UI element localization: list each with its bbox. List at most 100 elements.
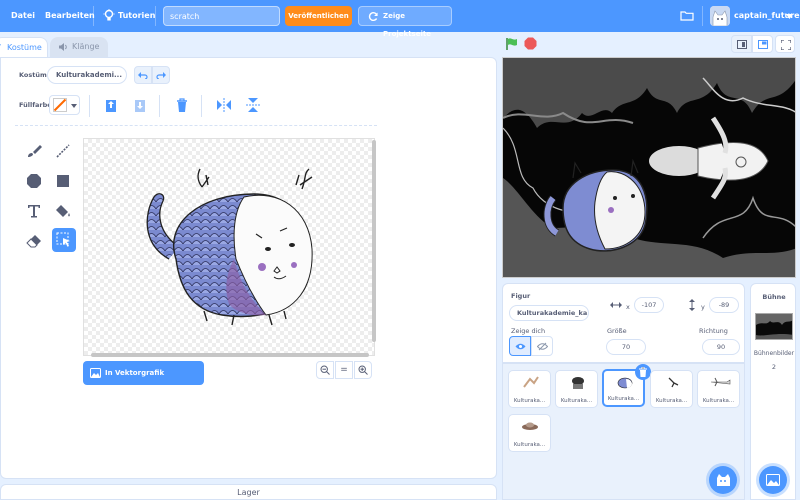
toolbar-divider bbox=[89, 95, 90, 117]
line-icon bbox=[56, 144, 70, 158]
direction-input[interactable]: 90 bbox=[702, 339, 740, 355]
show-label: Zeige dich bbox=[511, 327, 546, 335]
flip-horizontal-icon[interactable] bbox=[216, 98, 232, 112]
sprite-thumbnail[interactable]: Kulturaka... bbox=[697, 370, 740, 408]
line-tool[interactable] bbox=[52, 140, 74, 162]
stage-panel-title: Bühne bbox=[762, 293, 786, 301]
canvas-vertical-scrollbar[interactable] bbox=[372, 140, 376, 342]
sprite-name-field[interactable]: Kulturakademie_ka... bbox=[509, 305, 589, 321]
direction-label: Richtung bbox=[699, 327, 728, 335]
sprite-preview bbox=[523, 376, 539, 388]
tab-costumes[interactable]: / Kostüme bbox=[0, 37, 48, 57]
sprite-preview bbox=[617, 377, 633, 389]
stop-icon[interactable] bbox=[524, 37, 537, 50]
zoom-out-button[interactable] bbox=[316, 361, 334, 379]
sprite-label: Figur bbox=[511, 292, 531, 300]
project-page-label: Zeige Projektseite bbox=[383, 12, 431, 38]
project-page-button[interactable]: Zeige Projektseite bbox=[358, 6, 452, 38]
costume-name-field[interactable]: Kulturakademi... bbox=[47, 66, 127, 84]
tab-sounds[interactable]: Klänge bbox=[50, 37, 108, 57]
project-title-input[interactable] bbox=[163, 6, 280, 26]
fullscreen-button[interactable] bbox=[775, 35, 795, 53]
sprite-thumbnail[interactable]: Kulturaka... bbox=[508, 370, 551, 408]
menu-edit[interactable]: Bearbeiten bbox=[45, 0, 95, 32]
forward-layer-icon[interactable] bbox=[104, 97, 118, 113]
eye-icon bbox=[515, 343, 526, 350]
menu-separator bbox=[93, 6, 94, 26]
convert-to-vector-button[interactable]: In Vektorgrafik umwandeln bbox=[83, 361, 204, 401]
menu-separator bbox=[155, 6, 156, 26]
y-label: y bbox=[701, 303, 705, 311]
stage-selector-panel[interactable]: Bühne Bühnenbilder 2 bbox=[750, 283, 796, 500]
lightbulb-icon bbox=[103, 9, 115, 21]
choose-backdrop-button[interactable] bbox=[759, 466, 787, 494]
stage-canvas[interactable] bbox=[502, 57, 796, 278]
size-input[interactable]: 70 bbox=[606, 339, 646, 355]
paint-canvas[interactable] bbox=[83, 138, 375, 356]
undo-icon bbox=[138, 72, 148, 79]
delete-sprite-button[interactable] bbox=[635, 364, 651, 380]
large-stage-button[interactable] bbox=[752, 35, 773, 53]
cat-add-icon bbox=[717, 474, 730, 486]
tab-sounds-label: Klänge bbox=[72, 42, 100, 51]
canvas-horizontal-scrollbar[interactable] bbox=[91, 353, 369, 357]
avatar[interactable] bbox=[710, 6, 730, 26]
hide-sprite-button[interactable] bbox=[531, 336, 553, 356]
brush-icon: / bbox=[0, 38, 1, 58]
publish-button[interactable]: Veröffentlichen bbox=[285, 6, 352, 26]
sprite-thumbnail[interactable]: Kulturaka... bbox=[555, 370, 598, 408]
choose-sprite-button[interactable] bbox=[709, 466, 737, 494]
brush-tool[interactable] bbox=[23, 140, 45, 162]
sprite-list: Kulturaka... Kulturaka... Kulturaka... K… bbox=[502, 363, 745, 500]
folder-icon[interactable] bbox=[680, 10, 694, 21]
trash-icon bbox=[639, 367, 647, 377]
eraser-tool[interactable] bbox=[23, 230, 45, 252]
brush-icon bbox=[28, 145, 42, 157]
small-stage-icon bbox=[737, 40, 747, 49]
costume-label: Kostüm bbox=[19, 71, 47, 79]
y-position-input[interactable]: -89 bbox=[709, 297, 739, 313]
rectangle-tool[interactable] bbox=[52, 170, 74, 192]
select-icon bbox=[56, 232, 70, 247]
sprite-thumbnail-name: Kulturaka... bbox=[607, 396, 640, 402]
zoom-reset-button[interactable]: = bbox=[335, 361, 353, 379]
backdrops-count: 2 bbox=[771, 363, 777, 371]
convert-to-vector-label: In Vektorgrafik umwandeln bbox=[105, 369, 165, 401]
zoom-in-button[interactable] bbox=[354, 361, 372, 379]
toolbar-divider bbox=[159, 95, 160, 117]
menu-file[interactable]: Datei bbox=[11, 0, 35, 32]
sprite-preview bbox=[668, 377, 679, 388]
zoom-in-icon bbox=[358, 365, 368, 375]
sprite-info-panel: Figur Kulturakademie_ka... x -107 y -89 … bbox=[502, 283, 745, 363]
redo-button[interactable] bbox=[152, 66, 170, 84]
fill-color-picker[interactable] bbox=[49, 95, 80, 115]
stage-thumbnail[interactable] bbox=[755, 313, 793, 340]
x-position-input[interactable]: -107 bbox=[634, 297, 664, 313]
toolbar-dashed-divider bbox=[15, 125, 377, 126]
speaker-icon bbox=[59, 43, 67, 51]
small-stage-button[interactable] bbox=[731, 35, 752, 53]
backpack-bar[interactable]: Lager bbox=[0, 484, 497, 500]
circle-icon bbox=[27, 174, 41, 188]
select-tool[interactable] bbox=[52, 228, 76, 252]
undo-button[interactable] bbox=[134, 66, 152, 84]
menu-tutorials[interactable]: Tutorien bbox=[103, 0, 155, 32]
fill-tool[interactable] bbox=[52, 200, 74, 222]
green-flag-icon[interactable] bbox=[505, 37, 519, 51]
costume-editor-panel: Kostüm Kulturakademi... Füllfarbe In Vek… bbox=[0, 57, 497, 479]
sprite-thumbnail[interactable]: Kulturaka... bbox=[508, 414, 551, 452]
circle-tool[interactable] bbox=[23, 170, 45, 192]
delete-icon[interactable] bbox=[175, 97, 189, 113]
sprite-thumbnail[interactable]: Kulturaka... bbox=[650, 370, 693, 408]
refresh-icon bbox=[368, 12, 378, 21]
flip-vertical-icon[interactable] bbox=[246, 97, 260, 113]
toolbar-divider bbox=[201, 95, 202, 117]
x-label: x bbox=[626, 303, 630, 311]
sprite-thumbnail-name: Kulturaka... bbox=[513, 398, 546, 404]
chevron-down-icon[interactable] bbox=[786, 14, 793, 19]
image-icon bbox=[90, 368, 101, 378]
show-sprite-button[interactable] bbox=[509, 336, 531, 356]
text-tool[interactable] bbox=[23, 200, 45, 222]
y-arrows-icon bbox=[689, 299, 695, 311]
backward-layer-icon[interactable] bbox=[133, 97, 147, 113]
